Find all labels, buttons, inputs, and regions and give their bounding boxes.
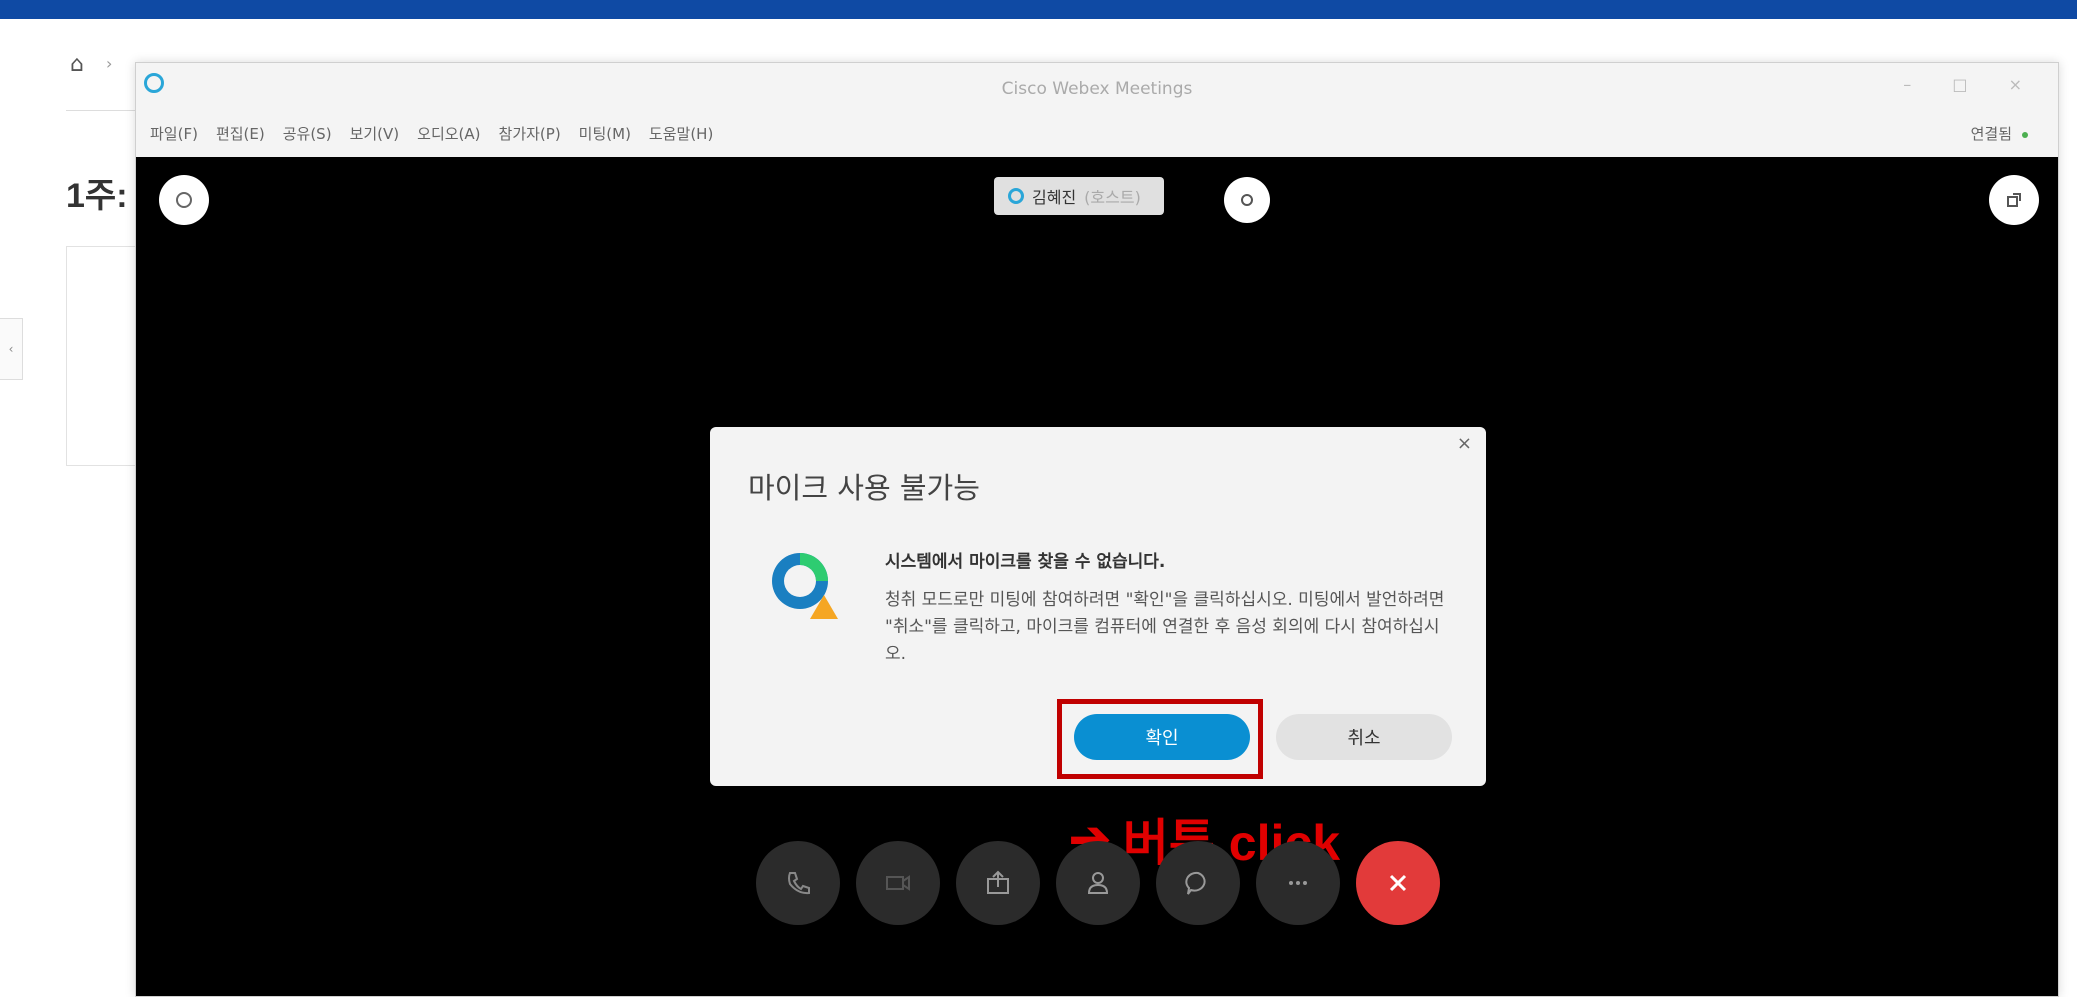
participants-button[interactable] [1056,841,1140,925]
video-button[interactable] [856,841,940,925]
meeting-controls [756,841,1440,925]
camera-icon [886,875,910,891]
close-icon [1389,874,1407,892]
lock-view-button[interactable] [1224,177,1270,223]
presenter-name: 김혜진 [1032,188,1077,207]
pin-icon [1241,194,1253,206]
active-speaker-label: 김혜진 (호스트) [994,177,1164,215]
dialog-message-title: 시스템에서 마이크를 찾을 수 없습니다. [885,552,1166,572]
home-icon[interactable]: ⌂ [70,52,84,77]
more-icon [1289,881,1307,885]
leave-button[interactable] [1356,841,1440,925]
meeting-stage: 김혜진 (호스트) × 마이크 사용 불가능 시스템에서 마이크를 찾을 수 없… [136,157,2058,996]
divider [66,110,146,111]
side-toggle-button[interactable]: ‹ [0,318,23,380]
phone-icon [788,872,810,895]
connection-status[interactable]: 연결됨 [1971,123,2028,144]
info-button[interactable] [159,175,209,225]
highlight-box [1057,699,1263,779]
presenter-role: (호스트) [1084,188,1141,207]
dialog-close-icon[interactable]: × [1457,433,1472,454]
menu-item-meeting[interactable]: 미팅(M) [579,123,631,149]
menu-item-view[interactable]: 보기(V) [350,123,400,149]
background-heading: 1주: [66,177,128,215]
participants-icon [1087,872,1109,894]
info-icon [176,192,192,208]
connection-label: 연결됨 [1970,125,2012,143]
popout-icon [2007,193,2021,207]
menu-item-edit[interactable]: 편집(E) [216,123,265,149]
share-icon [987,870,1009,894]
menu-item-audio[interactable]: 오디오(A) [417,123,480,149]
webex-warning-icon [772,553,838,619]
browser-top-bar [0,0,2077,19]
breadcrumb: › [106,54,113,73]
webex-window: Cisco Webex Meetings – □ × 파일(F) 편집(E) 공… [135,62,2059,997]
title-bar: Cisco Webex Meetings – □ × [136,63,2058,121]
webex-status-icon [1008,188,1024,204]
cancel-button[interactable]: 취소 [1276,714,1452,760]
status-dot-icon [2022,131,2028,138]
window-controls[interactable]: – □ × [1903,75,2040,94]
chat-button[interactable] [1156,841,1240,925]
chat-icon [1185,871,1206,895]
dialog-message-body: 청취 모드로만 미팅에 참여하려면 "확인"을 클릭하십시오. 미팅에서 발언하… [885,590,1445,664]
audio-button[interactable] [756,841,840,925]
menu-bar: 파일(F) 편집(E) 공유(S) 보기(V) 오디오(A) 참가자(P) 미팅… [150,123,713,149]
share-button[interactable] [956,841,1040,925]
more-button[interactable] [1256,841,1340,925]
window-title: Cisco Webex Meetings [1001,79,1193,99]
popout-button[interactable] [1989,175,2039,225]
menu-item-file[interactable]: 파일(F) [150,123,198,149]
mic-unavailable-dialog: × 마이크 사용 불가능 시스템에서 마이크를 찾을 수 없습니다. 청취 모드… [710,427,1486,786]
dialog-title: 마이크 사용 불가능 [748,471,980,505]
menu-item-share[interactable]: 공유(S) [283,123,332,149]
menu-item-help[interactable]: 도움말(H) [649,123,713,149]
menu-item-participants[interactable]: 참가자(P) [499,123,561,149]
